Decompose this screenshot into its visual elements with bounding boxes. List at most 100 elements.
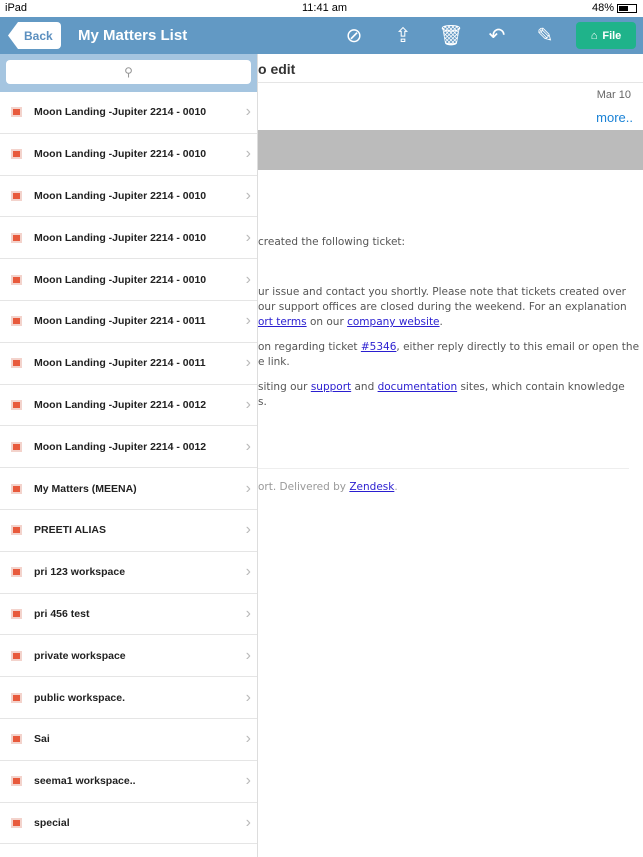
text: .	[394, 481, 398, 493]
folder-icon	[11, 692, 22, 703]
matters-sidebar: ⚲ Moon Landing -Jupiter 2214 - 0010 › Moon…	[0, 54, 258, 857]
zendesk-link[interactable]: Zendesk	[349, 481, 394, 493]
folder-icon	[11, 358, 22, 369]
matter-row[interactable]: seema1 workspace.. ›	[0, 761, 257, 803]
folder-icon	[11, 525, 22, 536]
matter-row[interactable]: public workspace. ›	[0, 677, 257, 719]
matter-row[interactable]: Moon Landing -Jupiter 2214 - 0011 ›	[0, 301, 257, 343]
email-date: Mar 10	[596, 89, 631, 101]
chevron-right-icon: ›	[245, 312, 251, 330]
matter-name: pri 123 workspace	[34, 566, 126, 579]
page-title: My Matters List	[78, 27, 188, 44]
folder-icon	[11, 567, 22, 578]
chevron-right-icon: ›	[245, 563, 251, 581]
folder-icon	[11, 149, 22, 160]
chevron-right-icon: ›	[245, 437, 251, 455]
battery-icon	[617, 3, 637, 13]
no-file-icon[interactable]: ⊘	[341, 23, 367, 49]
matter-row[interactable]: My Matters (MEENA) ›	[0, 468, 257, 510]
documentation-link[interactable]: documentation	[378, 381, 458, 393]
matter-name: Moon Landing -Jupiter 2214 - 0010	[34, 106, 207, 119]
text: and	[351, 381, 378, 393]
matter-row[interactable]: Sai ›	[0, 719, 257, 761]
chevron-right-icon: ›	[245, 228, 251, 246]
matter-name: seema1 workspace..	[34, 775, 136, 788]
move-icon[interactable]: ⇪	[390, 23, 416, 49]
folder-icon	[11, 650, 22, 661]
matter-row[interactable]: pri 456 test ›	[0, 594, 257, 636]
support-terms-link[interactable]: ort terms	[258, 316, 307, 328]
chevron-right-icon: ›	[245, 270, 251, 288]
matter-row[interactable]: special ›	[0, 803, 257, 845]
matter-row[interactable]: Moon Landing -Jupiter 2214 - 0011 ›	[0, 343, 257, 385]
matter-name: special	[34, 816, 70, 829]
text: siting our	[258, 381, 311, 393]
matter-row[interactable]: PREETI ALIAS ›	[0, 510, 257, 552]
matter-name: private workspace	[34, 649, 126, 662]
matter-row[interactable]: Moon Landing -Jupiter 2214 - 0010 ›	[0, 259, 257, 301]
support-link[interactable]: support	[311, 381, 351, 393]
matter-name: Moon Landing -Jupiter 2214 - 0011	[34, 315, 206, 328]
trash-icon[interactable]: 🗑	[438, 23, 464, 49]
folder-icon	[11, 190, 22, 201]
chevron-right-icon: ›	[245, 604, 251, 622]
text: .	[439, 316, 443, 328]
matter-row[interactable]: private workspace ›	[0, 635, 257, 678]
chevron-right-icon: ›	[245, 521, 251, 539]
chevron-right-icon: ›	[245, 354, 251, 372]
matter-name: Moon Landing -Jupiter 2214 - 0012	[34, 398, 207, 411]
matter-name: PREETI ALIAS	[34, 524, 106, 537]
text: on our	[306, 316, 348, 328]
chevron-right-icon: ›	[245, 813, 251, 831]
chevron-right-icon: ›	[245, 479, 251, 497]
file-label: File	[602, 29, 622, 42]
text: sites, which contain knowledge	[457, 381, 625, 393]
folder-icon	[11, 107, 22, 118]
more-link[interactable]: more..	[596, 110, 633, 125]
matter-name: pri 456 test	[34, 607, 90, 620]
nav-bar: Back My Matters List ⊘ ⇪ 🗑 ↶ ✎ ⌂ File	[0, 17, 643, 54]
chevron-right-icon: ›	[245, 186, 251, 204]
folder-icon	[11, 232, 22, 243]
edit-icon[interactable]: ✎	[532, 23, 558, 49]
text: on regarding ticket	[258, 341, 361, 353]
matter-name: Moon Landing -Jupiter 2214 - 0010	[34, 231, 207, 244]
folder-icon	[11, 734, 22, 745]
matters-list: Moon Landing -Jupiter 2214 - 0010 › Moon L…	[0, 92, 257, 845]
reply-icon[interactable]: ↶	[484, 23, 510, 49]
file-button[interactable]: ⌂ File	[576, 22, 636, 49]
chevron-right-icon: ›	[245, 730, 251, 748]
chevron-right-icon: ›	[245, 145, 251, 163]
search-input[interactable]: ⚲	[6, 60, 251, 84]
folder-icon	[11, 817, 22, 828]
back-button[interactable]: Back	[8, 22, 61, 49]
chevron-right-icon: ›	[245, 395, 251, 413]
matter-row[interactable]: Moon Landing -Jupiter 2214 - 0012 ›	[0, 385, 257, 427]
inbox-icon: ⌂	[590, 29, 598, 42]
body-line: ur issue and contact you shortly. Please…	[258, 286, 626, 298]
body-line: s.	[258, 396, 267, 408]
clock: 11:41 am	[302, 2, 348, 14]
text: , either reply directly to this email or…	[396, 341, 640, 353]
ticket-link[interactable]: #5346	[361, 341, 397, 353]
matter-name: Moon Landing -Jupiter 2214 - 0010	[34, 148, 207, 161]
matter-name: Moon Landing -Jupiter 2214 - 0010	[34, 189, 207, 202]
folder-icon	[11, 776, 22, 787]
company-website-link[interactable]: company website	[347, 316, 439, 328]
matter-row[interactable]: Moon Landing -Jupiter 2214 - 0010 ›	[0, 176, 257, 218]
body-line: our support offices are closed during th…	[258, 301, 627, 313]
body-line: created the following ticket:	[258, 236, 406, 248]
matter-row[interactable]: Moon Landing -Jupiter 2214 - 0012 ›	[0, 426, 257, 469]
matter-name: My Matters (MEENA)	[34, 482, 137, 495]
folder-icon	[11, 274, 22, 285]
matter-name: Sai	[34, 733, 50, 746]
chevron-right-icon: ›	[245, 688, 251, 706]
matter-row[interactable]: Moon Landing -Jupiter 2214 - 0010 ›	[0, 92, 257, 134]
matter-row[interactable]: pri 123 workspace ›	[0, 552, 257, 594]
folder-icon	[11, 399, 22, 410]
folder-icon	[11, 316, 22, 327]
matter-row[interactable]: Moon Landing -Jupiter 2214 - 0010 ›	[0, 217, 257, 260]
text: ort. Delivered by	[258, 481, 350, 493]
matter-row[interactable]: Moon Landing -Jupiter 2214 - 0010 ›	[0, 134, 257, 176]
email-view: o edit Mar 10 more.. created the followi…	[258, 54, 643, 857]
